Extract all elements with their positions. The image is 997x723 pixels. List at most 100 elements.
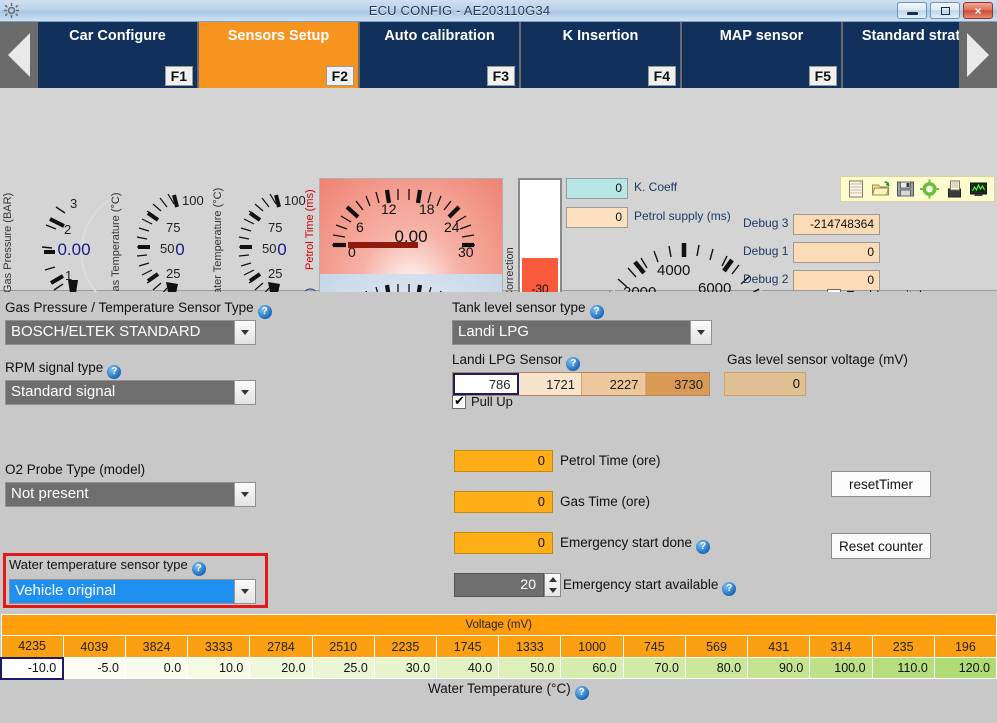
gas-level-sensor-voltage-field[interactable]: 0 (724, 372, 806, 396)
landi-sensor-cell-2[interactable]: 2227 (582, 373, 646, 395)
tab-map-sensor[interactable]: MAP sensor F5 (682, 22, 843, 88)
voltage-cell-5[interactable]: 2510 (311, 635, 375, 658)
water-temperature-label: Water Temperature (°C) (212, 187, 224, 305)
petrol-time-value: 0.00 (394, 227, 428, 246)
gas-time-ore-label: Gas Time (ore) (560, 494, 651, 509)
tab-k-insertion[interactable]: K Insertion F4 (521, 22, 682, 88)
chevron-down-icon[interactable] (690, 321, 711, 344)
debug2-label: Debug 2 (743, 272, 789, 286)
landi-sensor-cell-3[interactable]: 3730 (645, 373, 709, 395)
voltage-cell-11[interactable]: 569 (684, 635, 749, 658)
temperature-cell-12[interactable]: 90.0 (747, 657, 811, 679)
water-temp-sensor-type-combo[interactable]: Vehicle original (9, 579, 256, 604)
pull-up-checkbox[interactable]: Pull Up (452, 393, 513, 409)
label-text: Landi LPG Sensor (452, 352, 563, 367)
help-icon[interactable]: ? (722, 582, 737, 596)
temperature-cell-14[interactable]: 110.0 (871, 657, 935, 679)
reset-timer-button[interactable]: resetTimer (831, 471, 931, 497)
print-icon[interactable] (944, 179, 965, 199)
maximize-icon (940, 6, 950, 15)
temperature-cell-3[interactable]: 10.0 (187, 657, 251, 679)
voltage-cell-1[interactable]: 4039 (62, 635, 126, 658)
temperature-cell-13[interactable]: 100.0 (809, 657, 873, 679)
tab-car-configure[interactable]: Car Configure F1 (38, 22, 199, 88)
gas-level-sensor-voltage-label: Gas level sensor voltage (mV) (727, 352, 908, 367)
emergency-start-available-field[interactable]: 20 (454, 573, 544, 597)
help-icon[interactable]: ? (696, 540, 711, 554)
emergency-start-done-field[interactable]: 0 (454, 532, 553, 554)
gas-pressure-sensor-type-combo[interactable]: BOSCH/ELTEK STANDARD (5, 320, 256, 345)
temperature-cell-11[interactable]: 80.0 (684, 657, 749, 679)
temperature-cell-7[interactable]: 40.0 (436, 657, 500, 679)
temperature-cell-10[interactable]: 70.0 (622, 657, 686, 679)
voltage-cell-3[interactable]: 3333 (187, 635, 251, 658)
voltage-cell-10[interactable]: 745 (622, 635, 686, 658)
voltage-cell-9[interactable]: 1000 (560, 635, 624, 658)
svg-text:75: 75 (166, 220, 180, 235)
help-icon[interactable]: ? (566, 357, 581, 371)
voltage-cell-7[interactable]: 1745 (436, 635, 500, 658)
voltage-cell-13[interactable]: 314 (809, 635, 873, 658)
gear-settings-icon[interactable] (919, 179, 940, 199)
gauge-panel: Gas Pressure (BAR) 321 0.00 Gas Temperat… (0, 88, 997, 375)
temperature-cell-5[interactable]: 25.0 (311, 657, 375, 679)
help-icon[interactable]: ? (107, 365, 122, 379)
voltage-cell-0[interactable]: 4235 (0, 635, 64, 658)
tab-scroll-left-button[interactable] (0, 22, 38, 88)
icon-toolbar (840, 176, 995, 202)
open-folder-icon[interactable] (870, 179, 891, 199)
debug3-field[interactable]: -214748364 (793, 214, 880, 235)
chevron-down-icon[interactable] (234, 381, 255, 404)
water-temp-sensor-type-label: Water temperature sensor type? (9, 557, 206, 576)
voltage-cell-4[interactable]: 2784 (249, 635, 313, 658)
temperature-cell-4[interactable]: 20.0 (249, 657, 313, 679)
temperature-cell-1[interactable]: -5.0 (62, 657, 126, 679)
o2-probe-type-combo[interactable]: Not present (5, 482, 256, 507)
help-icon[interactable]: ? (191, 562, 206, 576)
temperature-cell-2[interactable]: 0.0 (124, 657, 189, 679)
temperature-cell-15[interactable]: 120.0 (933, 657, 997, 679)
chevron-down-icon[interactable] (234, 321, 255, 344)
voltage-cell-6[interactable]: 2235 (373, 635, 438, 658)
emergency-start-available-stepper[interactable] (544, 573, 561, 597)
chevron-down-icon[interactable] (234, 580, 255, 603)
petrol-time-ore-field[interactable]: 0 (454, 450, 553, 472)
new-document-icon[interactable] (846, 179, 867, 199)
debug1-field[interactable]: 0 (793, 242, 880, 263)
tab-sensors-setup[interactable]: Sensors Setup F2 (199, 22, 360, 88)
tab-label: Auto calibration (384, 28, 495, 44)
chevron-down-icon[interactable] (234, 483, 255, 506)
voltage-cell-15[interactable]: 196 (933, 635, 997, 658)
tab-fkey: F1 (164, 66, 193, 86)
voltage-cell-8[interactable]: 1333 (498, 635, 562, 658)
rpm-signal-type-combo[interactable]: Standard signal (5, 380, 256, 405)
temperature-cell-8[interactable]: 50.0 (498, 657, 562, 679)
temperature-cell-0[interactable]: -10.0 (0, 656, 65, 680)
monitor-chart-icon[interactable] (968, 179, 989, 199)
tab-auto-calibration[interactable]: Auto calibration F3 (360, 22, 521, 88)
voltage-cell-14[interactable]: 235 (871, 635, 935, 658)
help-icon[interactable]: ? (589, 305, 604, 319)
tab-scroll-right-button[interactable] (959, 22, 997, 88)
stepper-up-button[interactable] (545, 574, 560, 585)
label-text: Water Temperature (°C) (428, 681, 571, 696)
reset-counter-button[interactable]: Reset counter (831, 533, 931, 559)
voltage-cell-2[interactable]: 3824 (124, 635, 189, 658)
o2-probe-type-label: O2 Probe Type (model) (5, 462, 146, 477)
temperature-cell-9[interactable]: 60.0 (560, 657, 624, 679)
voltage-cell-12[interactable]: 431 (747, 635, 811, 658)
maximize-button[interactable] (930, 2, 960, 19)
tab-standard-strategy[interactable]: Standard strategy F6 (843, 22, 959, 88)
close-button[interactable]: × (963, 2, 993, 19)
k-coeff-field[interactable]: 0 (566, 178, 628, 199)
save-floppy-icon[interactable] (895, 179, 916, 199)
minimize-button[interactable] (897, 2, 927, 19)
help-icon[interactable]: ? (574, 686, 589, 700)
tank-level-sensor-type-combo[interactable]: Landi LPG (452, 320, 712, 345)
gas-time-ore-field[interactable]: 0 (454, 491, 553, 513)
temperature-cell-6[interactable]: 30.0 (373, 657, 438, 679)
water-temperature-value: 0 (277, 240, 287, 259)
landi-sensor-cell-1[interactable]: 1721 (518, 373, 583, 395)
help-icon[interactable]: ? (257, 305, 272, 319)
stepper-down-button[interactable] (545, 585, 560, 596)
